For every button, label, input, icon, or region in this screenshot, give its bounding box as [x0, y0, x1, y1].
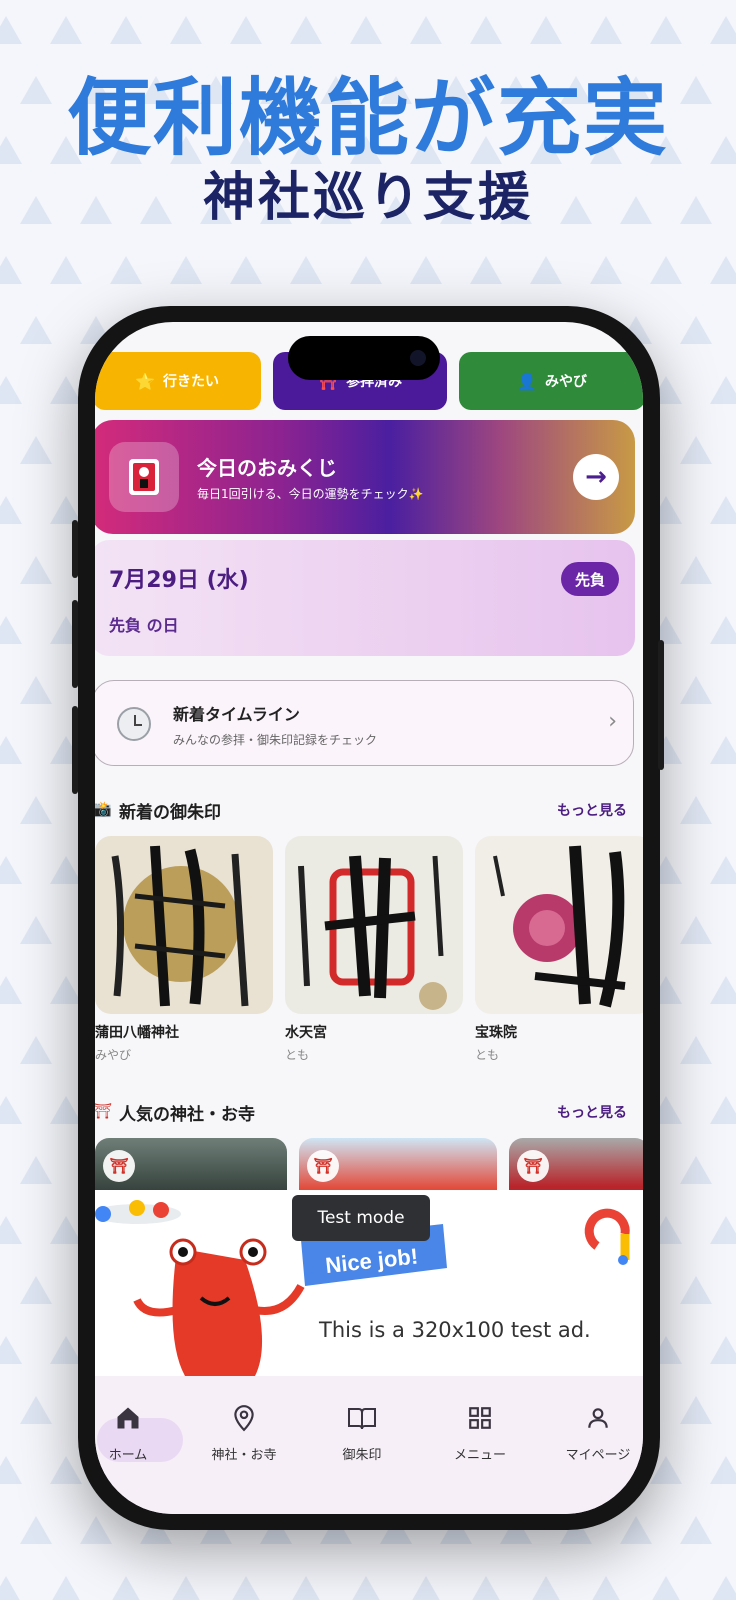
torii-icon: ⛩: [307, 1150, 339, 1182]
popular-header: ⛩ 人気の神社・お寺 もっと見る: [95, 1098, 643, 1128]
nav-shrines[interactable]: 神社・お寺: [189, 1398, 299, 1463]
clock-icon: [117, 707, 151, 741]
timeline-title: 新着タイムライン: [173, 705, 300, 724]
promo-headline: 便利機能が充実: [66, 69, 669, 167]
stamp-card[interactable]: 宝珠院 とも: [475, 836, 643, 1063]
chip-label: 行きたい: [162, 374, 219, 390]
torii-icon: ⛩: [517, 1150, 549, 1182]
stamp-temple-name: 宝珠院: [475, 1025, 517, 1041]
map-pin-icon: [189, 1398, 299, 1438]
nav-goshuin[interactable]: 御朱印: [307, 1398, 417, 1463]
home-icon: [95, 1398, 183, 1438]
nav-label: 神社・お寺: [211, 1448, 277, 1463]
phone-button-left-2: [72, 600, 78, 688]
star-icon: ⭐: [135, 371, 155, 391]
rokuyo-badge: 先負: [560, 562, 619, 596]
stamp-card[interactable]: 水天宮 とも: [285, 836, 463, 1063]
omikuji-subtitle: 毎日1回引ける、今日の運勢をチェック✨: [197, 487, 424, 501]
stamp-image: [285, 836, 463, 1014]
camera-icon: 📸: [95, 800, 112, 818]
omikuji-card[interactable]: 今日のおみくじ 毎日1回引ける、今日の運勢をチェック✨ →: [95, 420, 635, 534]
omikuji-title: 今日のおみくじ: [197, 456, 337, 480]
stamp-card[interactable]: 蒲田八幡神社 みやび: [95, 836, 273, 1063]
torii-icon: ⛩: [95, 1102, 113, 1120]
phone-button-left-3: [72, 706, 78, 794]
section-title: 人気の神社・お寺: [119, 1105, 255, 1125]
nav-label: メニュー: [453, 1448, 506, 1463]
phone-button-right: [658, 640, 664, 770]
phone-button-left-1: [72, 520, 78, 578]
test-mode-tooltip: Test mode: [292, 1195, 430, 1241]
see-more-link[interactable]: もっと見る: [557, 800, 627, 820]
stamp-user: とも: [285, 1048, 310, 1062]
stamp-image: [475, 836, 643, 1014]
person-icon: [543, 1398, 643, 1438]
dynamic-island: [288, 336, 440, 380]
popular-card[interactable]: ⛩: [509, 1138, 643, 1198]
nav-mypage[interactable]: マイページ: [543, 1398, 643, 1463]
chevron-right-icon: ›: [608, 709, 617, 734]
omikuji-icon: [109, 442, 179, 512]
grid-icon: [425, 1398, 535, 1438]
chip-label: みやび: [544, 374, 587, 390]
nav-label: マイページ: [565, 1448, 631, 1463]
chip-want-to-go[interactable]: ⭐ 行きたい: [95, 352, 261, 410]
nav-menu[interactable]: メニュー: [425, 1398, 535, 1463]
popular-card[interactable]: ⛩: [299, 1138, 497, 1198]
popular-card[interactable]: ⛩: [95, 1138, 287, 1198]
see-more-link[interactable]: もっと見る: [557, 1102, 627, 1122]
promo-subheadline: 神社巡り支援: [202, 168, 533, 228]
timeline-card[interactable]: 新着タイムライン みんなの参拝・御朱印記録をチェック ›: [95, 680, 634, 766]
stamp-shrine-name: 水天宮: [285, 1025, 327, 1041]
rokuyo-text: 先負 の日: [109, 616, 179, 635]
new-stamps-header: 📸 新着の御朱印 もっと見る: [95, 796, 643, 826]
section-title: 新着の御朱印: [119, 803, 221, 823]
nav-home[interactable]: ホーム: [95, 1398, 183, 1463]
user-icon: 👤: [517, 371, 537, 391]
today-card: 7月29日 (水) 先負 先負 の日: [95, 540, 635, 656]
chip-user-miyabi[interactable]: 👤 みやび: [459, 352, 643, 410]
stamp-image: [95, 836, 273, 1014]
nav-label: ホーム: [108, 1448, 148, 1463]
stamp-user: とも: [475, 1048, 500, 1062]
stamp-user: みやび: [95, 1048, 132, 1062]
nav-label: 御朱印: [342, 1448, 382, 1463]
bottom-nav: ホーム 神社・お寺 御朱印 メニュー マイページ: [95, 1376, 643, 1514]
timeline-subtitle: みんなの参拝・御朱印記録をチェック: [173, 733, 378, 747]
app-screen: ⭐ 行きたい ⛩ 参拝済み 👤 みやび 今日のおみくじ 毎日1回引ける、今日の運…: [95, 322, 643, 1514]
book-icon: [307, 1398, 417, 1438]
stamp-shrine-name: 蒲田八幡神社: [95, 1025, 179, 1041]
ad-body-text: This is a 320x100 test ad.: [319, 1318, 591, 1342]
today-date: 7月29日 (水): [109, 568, 249, 593]
camera-icon: [410, 350, 426, 366]
arrow-right-icon[interactable]: →: [573, 454, 619, 500]
torii-icon: ⛩: [103, 1150, 135, 1182]
